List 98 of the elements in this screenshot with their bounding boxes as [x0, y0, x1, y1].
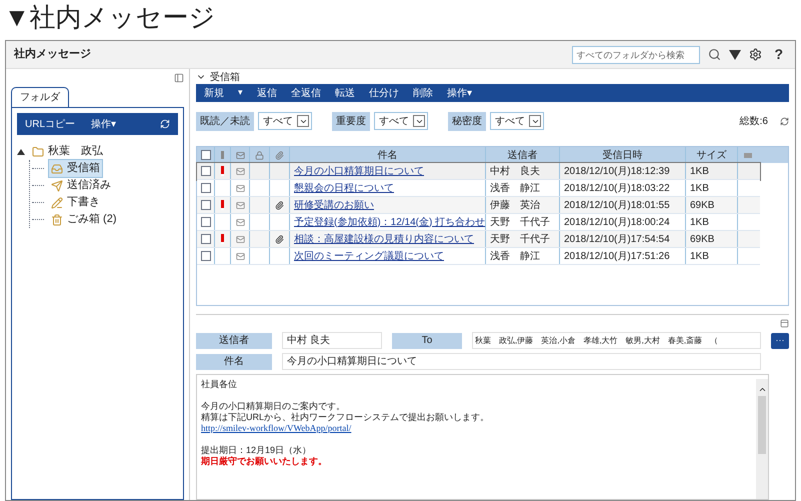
subject-link[interactable]: 今月の小口精算期日について	[294, 164, 424, 178]
size-cell-text: 1KB	[690, 216, 709, 230]
subject-link[interactable]: 懇親会の日程について	[294, 180, 394, 196]
toolbar-button[interactable]: 全返信	[291, 86, 321, 100]
settings-icon[interactable]	[749, 48, 762, 61]
folder-item[interactable]: 下書き	[48, 193, 103, 212]
sender-cell-text: 天野 千代子	[490, 232, 550, 246]
page-title: ▼社内メッセージ	[3, 1, 217, 34]
tree-toggle-icon[interactable]	[17, 148, 25, 154]
date-cell-text: 2018/12/10(月)18:01:55	[564, 198, 670, 212]
checkbox[interactable]	[200, 183, 210, 193]
checkbox[interactable]	[200, 200, 210, 210]
date-cell-text: 2018/12/10(月)18:00:24	[564, 216, 670, 230]
subject-link[interactable]: 予定登録(参加依頼)：12/14(金) 打ち合わせ	[294, 214, 486, 230]
filter-select[interactable]: すべて	[490, 112, 544, 130]
envelope-icon	[236, 150, 244, 160]
window-title: 社内メッセージ	[14, 46, 92, 62]
envelope-icon	[236, 218, 244, 226]
lock-icon	[255, 150, 264, 160]
sender-cell-text: 浅香 静江	[490, 250, 540, 264]
filter-label: 秘密度	[448, 112, 486, 130]
size-cell-text: 69KB	[690, 198, 714, 212]
filter-select[interactable]: すべて	[258, 112, 312, 130]
sender-cell-text: 浅香 静江	[490, 182, 540, 196]
recipients-field: 秋葉 政弘,伊藤 英治,小倉 孝雄,大竹 敏男,大村 春美,斎藤 （	[472, 332, 761, 349]
sender-cell-text: 中村 良夫	[490, 164, 540, 178]
panel-toggle-icon[interactable]	[780, 319, 789, 328]
message-row[interactable]: 懇親会の日程について 浅香 静江 2018/12/10(月)18:03:22 1KB	[197, 180, 760, 197]
size-cell-text: 1KB	[690, 250, 709, 264]
folder-heading: 受信箱	[210, 70, 240, 84]
message-row[interactable]: 今月の小口精算期日について 中村 良夫 2018/12/10(月)18:12:39 1KB	[197, 163, 760, 180]
subject-link[interactable]: 相談：高屋建設様の見積り内容について	[294, 232, 474, 246]
search-icon[interactable]	[708, 48, 722, 61]
date-cell-text: 2018/12/10(月)18:03:22	[564, 182, 670, 196]
caret-button[interactable]: ▾	[238, 86, 243, 100]
size-cell-text: 1KB	[690, 182, 709, 196]
message-row[interactable]: 次回のミーティング議題について 浅香 静江 2018/12/10(月)17:51:26 1KB	[197, 248, 760, 265]
toolbar-button[interactable]: 新規	[204, 86, 224, 100]
collapse-icon[interactable]	[174, 73, 184, 83]
sender-field: 中村 良夫	[282, 332, 382, 349]
more-button[interactable]: ···	[771, 332, 789, 348]
checkbox[interactable]	[200, 166, 210, 176]
filter-select[interactable]: すべて	[374, 112, 428, 130]
envelope-icon	[236, 200, 244, 210]
scroll-up-icon[interactable]	[758, 385, 766, 394]
subject-link[interactable]: 研修受講のお願い	[294, 198, 374, 212]
toolbar-button[interactable]: 操作▾	[447, 86, 472, 100]
total-count: 総数:6	[740, 114, 768, 128]
message-row[interactable]: 予定登録(参加依頼)：12/14(金) 打ち合わせ 天野 千代子 2018/12/10(月)18:00:24 1KB	[197, 214, 760, 231]
filter-label: 重要度	[332, 112, 370, 130]
toolbar-button[interactable]: 転送	[335, 86, 355, 100]
refresh-icon[interactable]	[160, 119, 170, 129]
refresh-icon[interactable]	[780, 116, 789, 126]
subject-link[interactable]: 次回のミーティング議題について	[294, 248, 444, 264]
toolbar-button[interactable]: URLコピー	[25, 116, 76, 132]
checkbox[interactable]	[200, 217, 210, 227]
size-cell-text: 69KB	[690, 232, 714, 246]
field-label: 送信者	[196, 332, 272, 348]
checkbox[interactable]	[200, 234, 210, 244]
importance-header-icon	[221, 151, 224, 159]
field-label: 件名	[196, 354, 272, 370]
checkbox[interactable]	[200, 150, 210, 160]
folder-item[interactable]: 送信済み	[48, 176, 114, 195]
folder-item[interactable]: 秋葉 政弘	[29, 142, 106, 161]
date-cell-text: 2018/12/10(月)18:12:39	[564, 164, 670, 178]
date-cell-text: 2018/12/10(月)17:54:54	[564, 232, 670, 246]
sender-cell-text: 伊藤 英治	[490, 198, 540, 212]
message-row[interactable]: 相談：高屋建設様の見積り内容について 天野 千代子 2018/12/10(月)17:54:54 69KB	[197, 231, 760, 248]
folder-item[interactable]: ごみ箱 (2)	[48, 210, 120, 229]
date-cell-text: 2018/12/10(月)17:51:26	[564, 250, 670, 264]
body-text: 提出期日：12月19日（水）	[201, 445, 312, 455]
help-icon[interactable]: ?	[770, 44, 787, 65]
size-cell-text: 1KB	[690, 164, 709, 178]
subject-field: 今月の小口精算期日について	[282, 353, 761, 370]
search-field[interactable]: すべてのフォルダから検索	[572, 46, 700, 64]
url-link[interactable]: http://smilev-workflow/VWebApp/portal/	[201, 423, 352, 433]
toolbar-button[interactable]: 削除	[413, 86, 433, 100]
sender-cell-text: 天野 千代子	[490, 216, 550, 230]
folder-item[interactable]: 受信箱	[48, 159, 103, 178]
body-text: 今月の小口精算期日のご案内です。	[201, 401, 345, 411]
envelope-icon	[236, 252, 244, 260]
dropdown-triangle-icon[interactable]	[729, 50, 742, 60]
message-row[interactable]: 研修受講のお願い 伊藤 英治 2018/12/10(月)18:01:55 69KB	[197, 197, 760, 214]
scrollbar[interactable]	[756, 379, 768, 499]
toolbar-button[interactable]: 操作▾	[91, 116, 116, 132]
body-text: 精算は下記URLから、社内ワークフローシステムで提出お願いします。	[201, 412, 490, 422]
body-text: 社員各位	[201, 379, 237, 389]
envelope-icon	[236, 184, 244, 192]
envelope-icon	[236, 166, 244, 176]
checkbox[interactable]	[200, 251, 210, 261]
body-text: 期日厳守でお願いいたします。	[201, 456, 327, 466]
paperclip-icon	[275, 150, 284, 160]
envelope-icon	[236, 234, 244, 244]
toolbar-button[interactable]: 仕分け	[369, 86, 399, 100]
filter-label: 既読／未読	[196, 112, 254, 130]
field-label: To	[392, 332, 462, 348]
folder-tab[interactable]: フォルダ	[11, 87, 69, 107]
toolbar-button[interactable]: 返信	[257, 86, 277, 100]
